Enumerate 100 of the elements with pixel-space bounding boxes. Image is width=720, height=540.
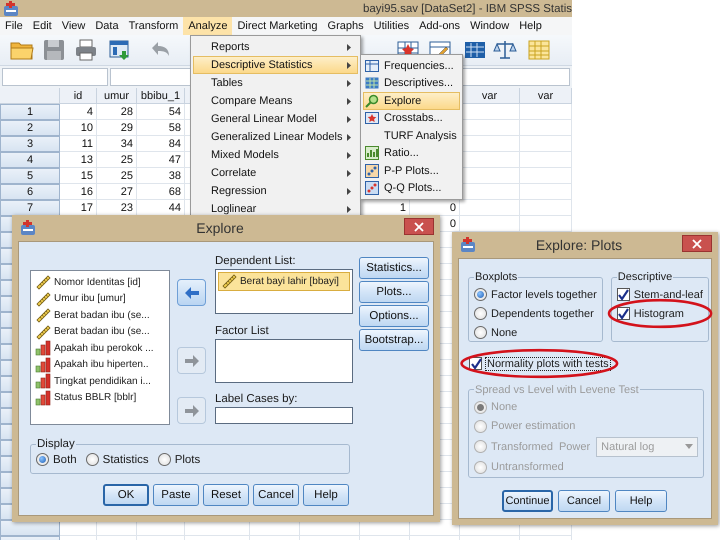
radio-option[interactable]: Factor levels together [474, 286, 597, 303]
menu-item[interactable]: Descriptive Statistics [193, 56, 358, 74]
radio-button[interactable] [158, 453, 171, 466]
menu-item[interactable]: Crosstabs... [363, 110, 460, 127]
column-header[interactable]: var [460, 88, 520, 104]
printer-icon[interactable] [74, 38, 98, 62]
table-cell [520, 200, 572, 216]
menu-item[interactable]: TURF Analysis [363, 127, 460, 144]
close-button[interactable] [404, 218, 434, 235]
dialog-button[interactable]: Cancel [558, 490, 610, 512]
variable-list[interactable]: Nomor Identitas [id] Umur ibu [umur] Berat badan ibu (se... Berat badan ibu (se... Apakah ibu perokok ... Apakah ibu hiperten.. Tingkat pendidikan i... Status BBLR [bblr] [30, 270, 170, 425]
menu-item[interactable]: Reports [193, 38, 358, 56]
cell-name-field[interactable] [2, 68, 108, 86]
dialog-button[interactable]: Bootstrap... [359, 329, 429, 351]
dialog-button[interactable]: Paste [153, 484, 199, 506]
dialog-button[interactable]: OK [103, 484, 149, 506]
menu-item[interactable]: Descriptives... [363, 74, 460, 92]
radio-option[interactable]: None [474, 324, 597, 341]
dialog-button[interactable]: Options... [359, 305, 429, 327]
variable-item[interactable]: Berat bayi lahir [bbayi] [219, 273, 349, 290]
row-number[interactable]: 7 [0, 200, 60, 216]
menu-item[interactable]: Loglinear [193, 200, 358, 218]
menu-item[interactable]: Direct Marketing [232, 17, 323, 35]
row-number[interactable]: 1 [0, 104, 60, 120]
dialog-button[interactable]: Help [303, 484, 349, 506]
bar-chart-icon [35, 390, 51, 406]
dialog-button[interactable]: Statistics... [359, 257, 429, 279]
menu-item[interactable]: Analyze [183, 17, 232, 35]
radio-button[interactable] [86, 453, 99, 466]
move-button[interactable] [177, 279, 206, 306]
menu-item[interactable]: Ratio... [363, 144, 460, 162]
bar-chart-icon [35, 373, 51, 390]
dependent-list[interactable]: Berat bayi lahir [bbayi] [215, 269, 353, 314]
menu-item[interactable]: File [0, 17, 28, 35]
variable-item[interactable]: Berat badan ibu (se... [33, 324, 167, 340]
grid-star-icon [365, 111, 379, 126]
checkbox[interactable] [469, 357, 482, 370]
window-arrow-icon[interactable] [108, 38, 132, 62]
row-number[interactable]: 3 [0, 136, 60, 152]
column-header[interactable]: bbibu_1 [137, 88, 185, 104]
radio-button[interactable] [474, 307, 487, 320]
menu-item[interactable]: Edit [28, 17, 57, 35]
checkbox[interactable] [616, 307, 630, 320]
menu-item[interactable]: Explore [363, 92, 460, 110]
variable-item[interactable]: Tingkat pendidikan i... [33, 373, 167, 390]
variable-item[interactable]: Umur ibu [umur] [33, 290, 167, 307]
menu-item[interactable]: Frequencies... [363, 57, 460, 74]
menu-item[interactable]: Window [465, 17, 514, 35]
radio-button[interactable] [36, 453, 49, 466]
column-header[interactable]: id [60, 88, 97, 104]
table-cell: 10 [60, 120, 97, 136]
radio-option[interactable]: Plots [158, 451, 200, 468]
dialog-button[interactable]: Continue [502, 490, 553, 512]
label-cases-field[interactable] [215, 407, 353, 424]
menu-item[interactable]: Correlate [193, 164, 358, 182]
dialog-button[interactable]: Reset [203, 484, 249, 506]
checkbox-option[interactable]: Stem-and-leaf [616, 286, 703, 303]
menu-item[interactable]: Data [90, 17, 124, 35]
row-number[interactable]: 2 [0, 120, 60, 136]
radio-button[interactable] [474, 288, 487, 301]
menu-item[interactable]: P-P Plots... [363, 162, 460, 180]
menu-item[interactable]: Compare Means [193, 92, 358, 110]
menu-item[interactable]: Add-ons [414, 17, 466, 35]
row-number[interactable]: 6 [0, 184, 60, 200]
radio-button[interactable] [474, 326, 487, 339]
table-cell [520, 104, 572, 120]
menu-item[interactable]: View [56, 17, 90, 35]
variable-item[interactable]: Status BBLR [bblr] [33, 390, 167, 406]
close-button[interactable] [682, 235, 712, 252]
radio-option[interactable]: Both [36, 451, 77, 468]
menu-item[interactable]: Generalized Linear Models [193, 128, 358, 146]
check-icon [617, 288, 630, 300]
column-header[interactable]: var [520, 88, 572, 104]
menu-item[interactable]: Regression [193, 182, 358, 200]
variable-item[interactable]: Berat badan ibu (se... [33, 307, 167, 324]
row-number[interactable]: 5 [0, 168, 60, 184]
dialog-title: Explore [195, 220, 245, 236]
table-cell: 13 [60, 152, 97, 168]
row-number[interactable]: 4 [0, 152, 60, 168]
menu-item[interactable]: Q-Q Plots... [363, 180, 460, 197]
radio-option[interactable]: Dependents together [474, 305, 597, 322]
variable-item[interactable]: Apakah ibu perokok ... [33, 340, 167, 356]
factor-list[interactable] [215, 339, 353, 383]
menu-item[interactable]: Utilities [368, 17, 414, 35]
column-header[interactable]: umur [97, 88, 137, 104]
variable-item[interactable]: Apakah ibu hiperten.. [33, 356, 167, 373]
scales-icon[interactable] [493, 38, 517, 62]
dialog-button[interactable]: Plots... [359, 281, 429, 303]
table-cell: 15 [60, 168, 97, 184]
checkbox[interactable] [616, 288, 630, 301]
radio-option[interactable]: Statistics [86, 451, 149, 468]
menu-item[interactable]: Mixed Models [193, 146, 358, 164]
menu-item[interactable]: Graphs [322, 17, 369, 35]
menu-item[interactable]: General Linear Model [193, 110, 358, 128]
menu-item[interactable]: Tables [193, 74, 358, 92]
dialog-button[interactable]: Cancel [253, 484, 299, 506]
dialog-button[interactable]: Help [615, 490, 667, 512]
variable-item[interactable]: Nomor Identitas [id] [33, 274, 167, 290]
menu-item[interactable]: Help [514, 17, 547, 35]
menu-item[interactable]: Transform [124, 17, 184, 35]
